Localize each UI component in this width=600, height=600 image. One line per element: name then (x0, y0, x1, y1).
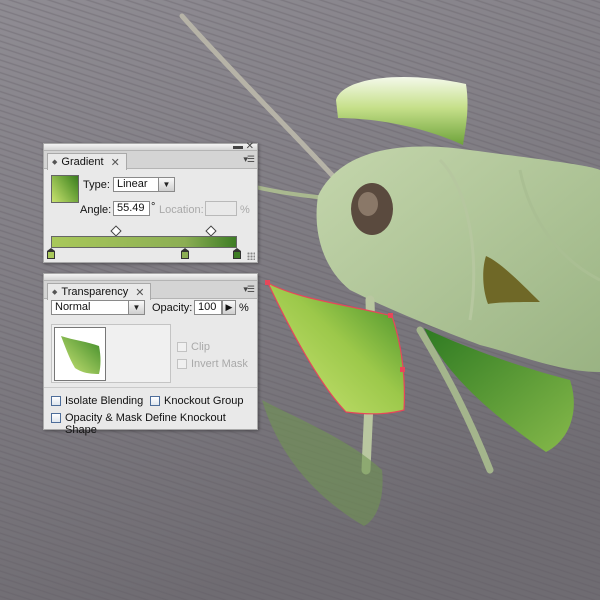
gradient-midpoint-2[interactable] (205, 225, 217, 237)
opacity-mask-knockout-label: Opacity & Mask Define Knockout Shape (65, 412, 226, 436)
isolate-blending-checkbox[interactable] (51, 396, 61, 406)
knockout-group-checkbox[interactable] (150, 396, 160, 406)
angle-unit: ° (151, 201, 156, 213)
gradient-stop-3[interactable] (233, 248, 241, 259)
opacity-stepper[interactable]: ▶ (222, 300, 236, 315)
gradient-midpoint-1[interactable] (110, 225, 122, 237)
angle-value: 55.49 (117, 202, 145, 214)
tab-gradient[interactable]: ◆ Gradient ✕ (47, 153, 127, 170)
chevron-down-icon[interactable]: ▼ (158, 178, 174, 191)
isolate-blending-label: Isolate Blending (65, 395, 144, 407)
opacity-mask-knockout-checkbox[interactable] (51, 413, 61, 423)
transparency-panel-titlebar[interactable] (44, 274, 257, 281)
location-label: Location: (159, 204, 204, 216)
gradient-panel: ▬ ✕ ◆ Gradient ✕ ▾☰ Type: Linear ▼ Angle… (43, 142, 258, 263)
collapse-arrows-icon[interactable]: ◆ (52, 288, 57, 296)
gradient-stop-2[interactable] (180, 248, 189, 259)
gradient-slider[interactable] (51, 236, 237, 248)
leaf-thumbnail-icon (61, 336, 101, 374)
gradient-stop-1[interactable] (47, 248, 55, 259)
gradient-tab-row: ◆ Gradient ✕ ▾☰ (44, 151, 257, 170)
gradient-swatch[interactable] (51, 175, 79, 203)
divider (44, 387, 257, 388)
blend-mode-value: Normal (55, 301, 91, 313)
type-select-value: Linear (117, 178, 148, 190)
tab-gradient-label: Gradient (61, 156, 104, 168)
tab-transparency-label: Transparency (61, 286, 129, 298)
knockout-group-label: Knockout Group (164, 395, 244, 407)
opacity-input[interactable]: 100 (194, 300, 222, 315)
close-tab-icon[interactable]: ✕ (135, 286, 144, 299)
opacity-label: Opacity: (152, 302, 193, 314)
blend-mode-select[interactable]: Normal ▼ (51, 300, 145, 315)
panel-menu-icon[interactable]: ▾☰ (243, 284, 255, 295)
location-input[interactable] (205, 201, 237, 216)
transparency-tab-row: ◆ Transparency ✕ ▾☰ (44, 281, 257, 300)
invert-mask-checkbox[interactable] (177, 359, 187, 369)
type-label: Type: (83, 179, 110, 191)
chevron-down-icon[interactable]: ▼ (128, 301, 144, 314)
angle-input[interactable]: 55.49 (113, 201, 150, 216)
type-select[interactable]: Linear ▼ (113, 177, 175, 192)
clip-label: Clip (191, 341, 210, 353)
collapse-arrows-icon[interactable]: ◆ (52, 158, 57, 166)
transparency-panel: ◆ Transparency ✕ ▾☰ Normal ▼ Opacity: 10… (43, 273, 258, 436)
location-unit: % (240, 204, 250, 216)
mask-thumbnail-area (51, 324, 171, 383)
panel-menu-icon[interactable]: ▾☰ (243, 154, 255, 165)
chevron-right-icon: ▶ (225, 302, 233, 312)
gradient-panel-titlebar[interactable]: ▬ ✕ (44, 142, 257, 152)
object-thumbnail[interactable] (54, 327, 106, 381)
tab-transparency[interactable]: ◆ Transparency ✕ (47, 283, 152, 300)
resize-grip[interactable] (247, 252, 255, 260)
opacity-unit: % (239, 302, 249, 314)
opacity-value: 100 (198, 301, 217, 313)
close-tab-icon[interactable]: ✕ (111, 156, 120, 169)
angle-label: Angle: (80, 204, 112, 216)
clip-checkbox[interactable] (177, 342, 187, 352)
invert-mask-label: Invert Mask (191, 358, 248, 370)
